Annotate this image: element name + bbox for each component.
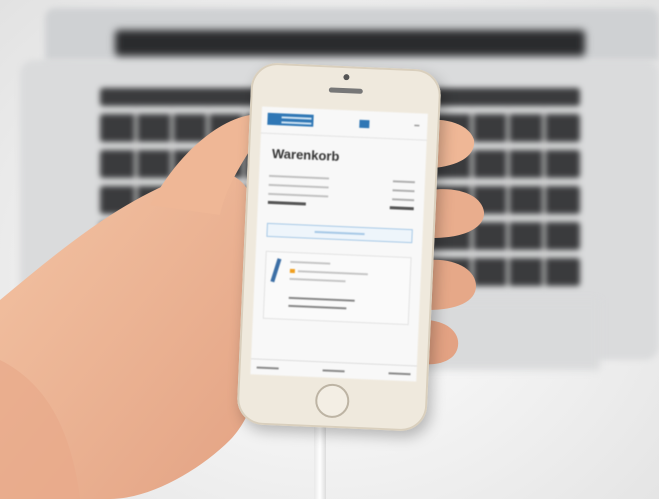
product-text bbox=[289, 277, 346, 283]
home-button[interactable] bbox=[314, 383, 351, 419]
footer-nav bbox=[250, 358, 417, 382]
product-price bbox=[288, 296, 355, 302]
product-text bbox=[290, 260, 331, 265]
phone-screen: ▬ Warenkorb bbox=[250, 106, 428, 382]
photo-scene: ▬ Warenkorb bbox=[0, 0, 659, 499]
laptop-hinge bbox=[115, 30, 585, 56]
cart-summary bbox=[267, 171, 415, 213]
earpiece-speaker bbox=[328, 87, 363, 94]
checkout-button[interactable] bbox=[266, 222, 413, 244]
product-image bbox=[270, 258, 282, 283]
language-flag-icon[interactable] bbox=[359, 119, 370, 129]
product-text bbox=[297, 270, 368, 276]
page-title: Warenkorb bbox=[271, 145, 340, 164]
footer-link[interactable] bbox=[322, 368, 345, 372]
app-header: ▬ bbox=[260, 106, 428, 141]
smartphone: ▬ Warenkorb bbox=[236, 62, 442, 432]
front-camera bbox=[343, 74, 350, 81]
availability-badge bbox=[289, 268, 295, 274]
product-quantity bbox=[288, 304, 347, 310]
menu-link[interactable]: ▬ bbox=[414, 122, 419, 128]
footer-link[interactable] bbox=[256, 366, 279, 369]
cart-item bbox=[262, 250, 412, 326]
footer-link[interactable] bbox=[388, 371, 411, 375]
charging-cable bbox=[314, 424, 326, 499]
brand-logo bbox=[267, 112, 314, 127]
